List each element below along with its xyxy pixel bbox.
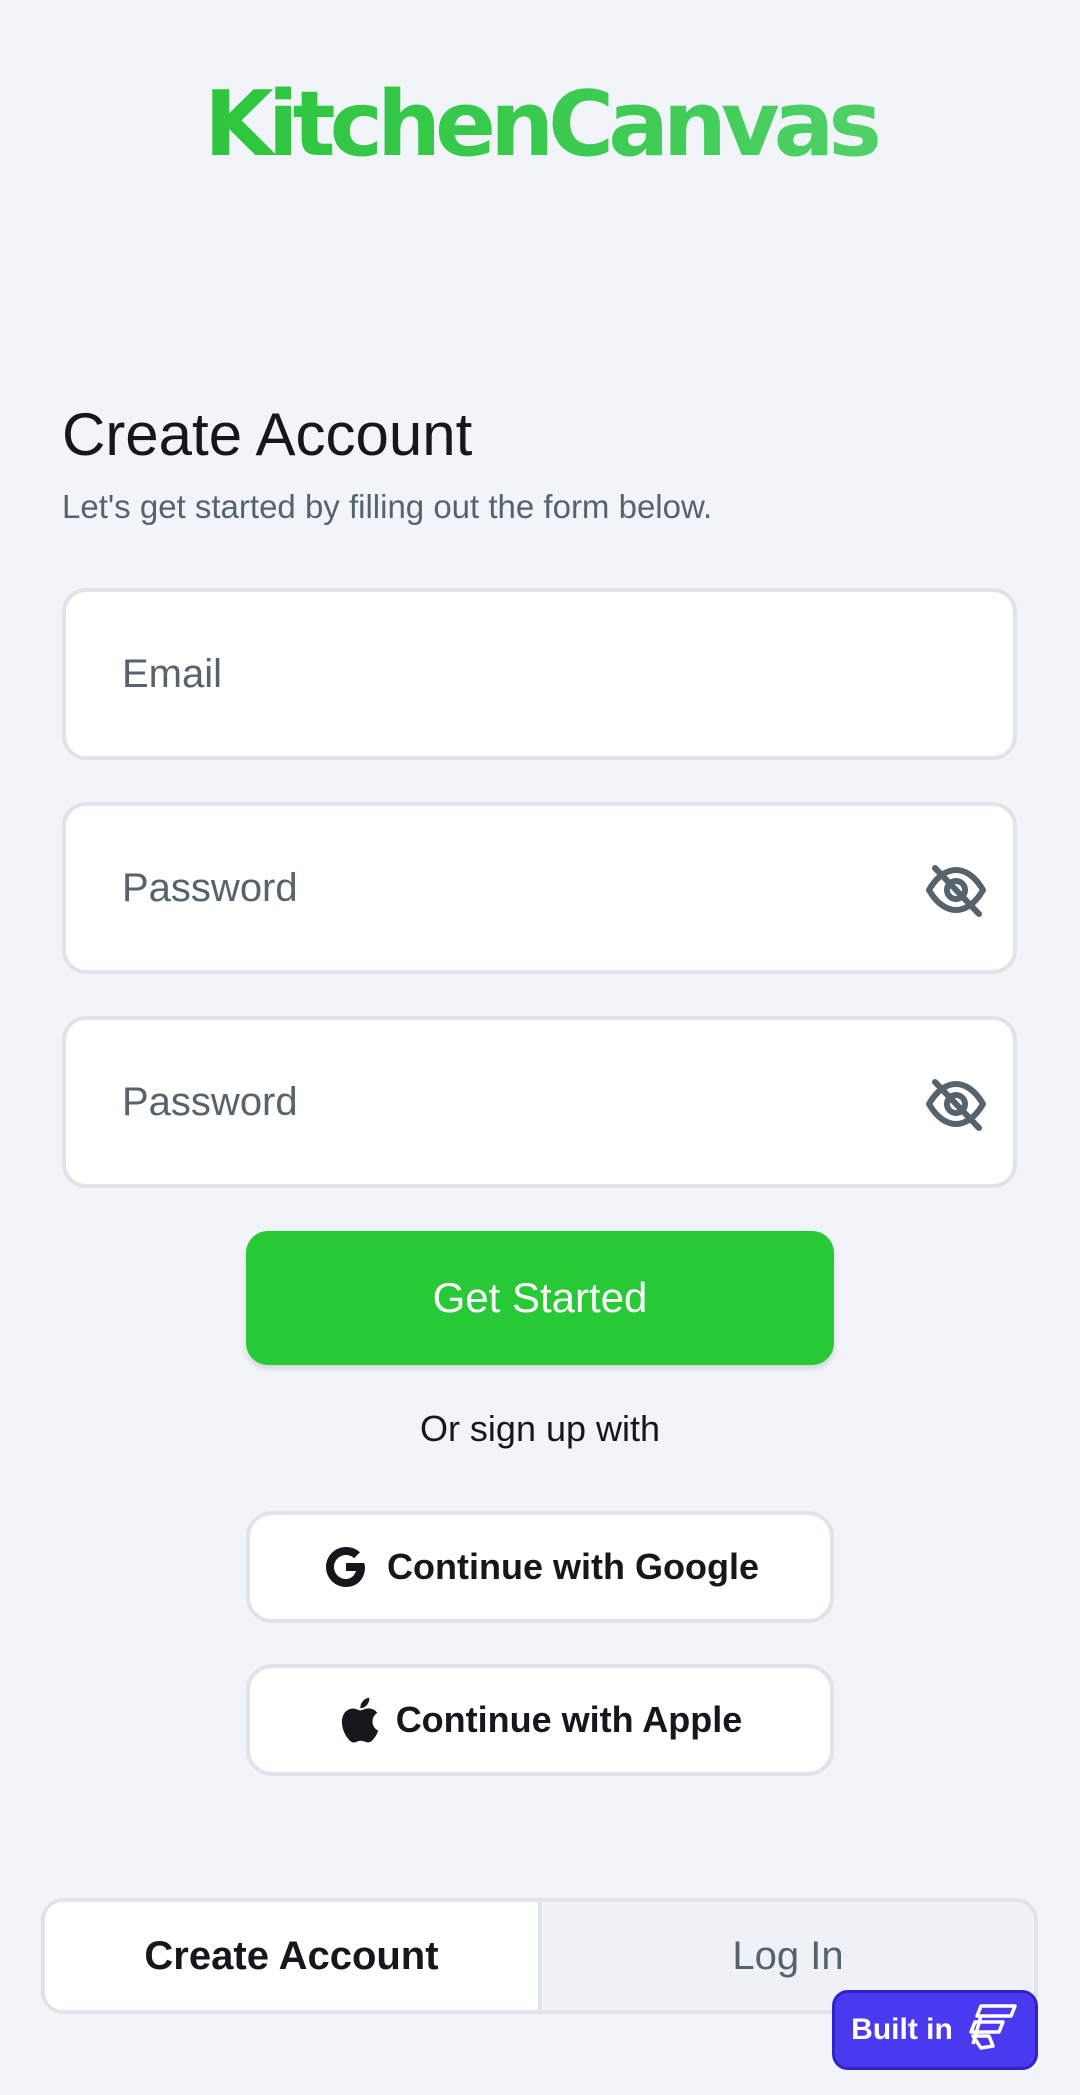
get-started-button[interactable]: Get Started xyxy=(246,1231,834,1365)
google-icon xyxy=(321,1542,371,1592)
confirm-password-field[interactable] xyxy=(122,1020,902,1184)
password-field[interactable] xyxy=(122,806,902,970)
divider-text: Or sign up with xyxy=(419,1408,661,1449)
app-logo: KitchenCanvas xyxy=(0,72,1080,177)
apple-icon xyxy=(338,1696,380,1744)
apple-button-label: Continue with Apple xyxy=(395,1699,743,1740)
eye-off-icon[interactable] xyxy=(925,1076,987,1132)
email-field[interactable] xyxy=(122,592,902,756)
confirm-password-field-container[interactable] xyxy=(62,1016,1017,1188)
apple-signin-button[interactable]: Continue with Apple xyxy=(246,1664,834,1776)
tab-create-account[interactable]: Create Account xyxy=(45,1902,542,2010)
flutterflow-icon xyxy=(967,2000,1019,2060)
google-signin-button[interactable]: Continue with Google xyxy=(246,1511,834,1623)
google-button-label: Continue with Google xyxy=(387,1546,759,1587)
page-subtitle: Let's get started by filling out the for… xyxy=(62,488,713,525)
email-field-container[interactable] xyxy=(62,588,1017,760)
page-title: Create Account xyxy=(62,401,473,468)
password-field-container[interactable] xyxy=(62,802,1017,974)
eye-off-icon[interactable] xyxy=(925,862,987,918)
built-in-label: Built in xyxy=(851,2013,953,2046)
built-in-badge[interactable]: Built in xyxy=(832,1990,1038,2070)
